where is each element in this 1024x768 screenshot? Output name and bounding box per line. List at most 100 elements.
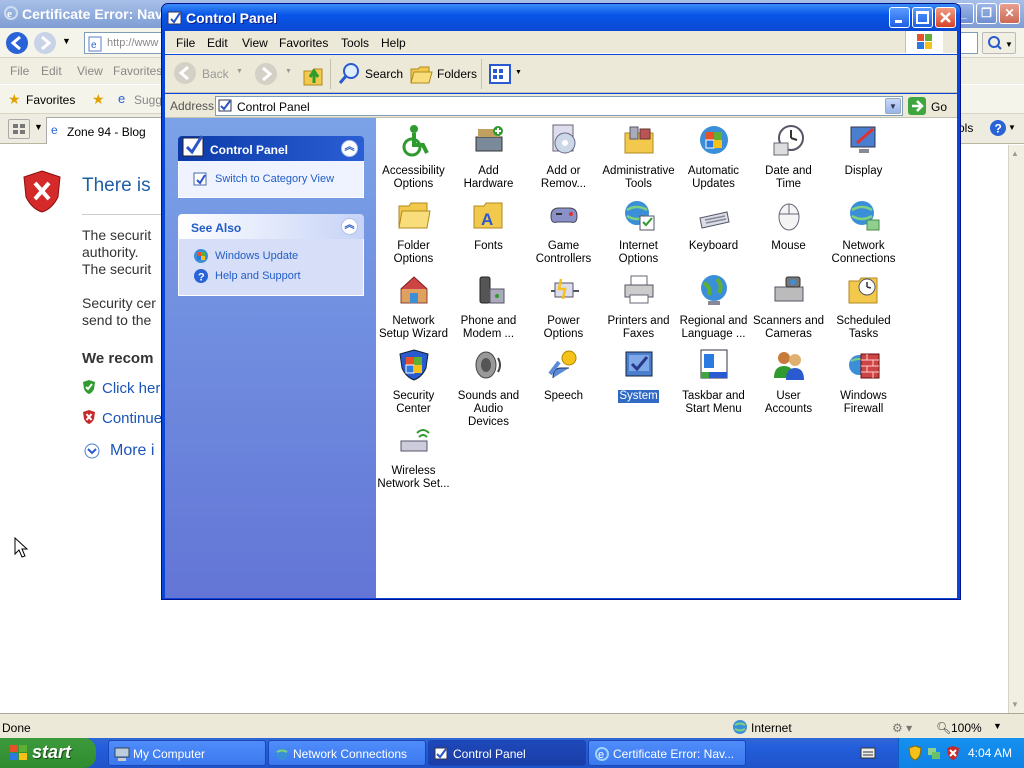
more-information-link[interactable]: More i — [110, 442, 154, 460]
ie-close-button[interactable]: ✕ — [999, 3, 1020, 24]
taskbar-my-computer[interactable]: My Computer — [108, 740, 266, 766]
cp-item-accessibility[interactable]: Accessibility Options — [376, 123, 451, 191]
ie-search-box[interactable] — [960, 32, 978, 54]
regional-language-icon — [700, 275, 727, 305]
taskbar-network-connections[interactable]: Network Connections — [268, 740, 426, 766]
continue-link[interactable]: Continue — [102, 410, 162, 427]
ie-back-icon[interactable] — [5, 31, 29, 55]
up-folder-icon[interactable] — [302, 61, 326, 87]
forward-arrow-icon[interactable] — [254, 62, 280, 88]
cp-close-button[interactable] — [935, 7, 956, 28]
cp-menu-file[interactable]: File — [176, 36, 195, 50]
security-alert-icon[interactable] — [945, 745, 961, 761]
cp-item-speech[interactable]: Speech — [526, 348, 601, 403]
quick-tabs-button[interactable] — [8, 119, 30, 139]
cp-item-display[interactable]: Display — [826, 123, 901, 178]
ie-recent-pages-icon[interactable]: ▼ — [62, 36, 71, 46]
ie-restore-button[interactable]: ❐ — [976, 3, 997, 24]
cp-item-label: Add Hardware — [463, 165, 514, 190]
cp-item-system[interactable]: System — [601, 348, 676, 404]
go-button[interactable]: Go — [907, 96, 953, 116]
windows-update-link[interactable]: Windows Update — [193, 248, 298, 264]
cp-item-fonts[interactable]: A Fonts — [451, 198, 526, 253]
cp-item-game-controllers[interactable]: Game Controllers — [526, 198, 601, 266]
zoom-icon[interactable]: 🔍︎ — [936, 721, 951, 735]
help-icon[interactable]: ? — [988, 118, 1008, 138]
cp-item-network-setup[interactable]: Network Setup Wizard — [376, 273, 451, 341]
date-time-icon — [773, 125, 804, 156]
add-favorite-icon[interactable]: ★ — [92, 91, 105, 108]
cp-item-folder-options[interactable]: Folder Options — [376, 198, 451, 266]
cp-item-scanners-cameras[interactable]: Scanners and Cameras — [751, 273, 826, 341]
cp-item-security-center[interactable]: Security Center — [376, 348, 451, 416]
cp-maximize-button[interactable] — [912, 7, 933, 28]
control-panel-task-header[interactable]: Control Panel ︽ — [178, 135, 364, 161]
cp-item-mouse[interactable]: Mouse — [751, 198, 826, 253]
cp-menu-help[interactable]: Help — [381, 36, 406, 50]
help-dropdown-icon[interactable]: ▼ — [1008, 123, 1016, 132]
address-field[interactable]: Control Panel ▼ — [215, 96, 903, 116]
ie-address-field[interactable]: e http://www — [84, 32, 164, 54]
cp-item-regional-language[interactable]: Regional and Language ... — [676, 273, 751, 341]
cp-item-automatic-updates[interactable]: Automatic Updates — [676, 123, 751, 191]
tab-zone94[interactable]: e Zone 94 - Blog — [46, 117, 162, 144]
expand-circle-icon[interactable] — [84, 443, 100, 459]
cp-item-network-connections[interactable]: Network Connections — [826, 198, 901, 266]
back-button[interactable]: Back — [173, 61, 233, 87]
ie-forward-icon[interactable] — [33, 31, 57, 55]
views-button[interactable]: ▼ — [488, 61, 524, 87]
ie-menu-file[interactable]: File — [10, 64, 29, 78]
folders-button[interactable]: Folders — [409, 61, 477, 87]
cp-menu-favorites[interactable]: Favorites — [279, 36, 328, 50]
help-support-link[interactable]: ? Help and Support — [193, 268, 301, 284]
cp-menu-tools[interactable]: Tools — [341, 36, 369, 50]
cp-item-sounds-audio[interactable]: Sounds and Audio Devices — [451, 348, 526, 429]
close-webpage-link[interactable]: Click her — [102, 380, 160, 397]
cp-item-printers-faxes[interactable]: Printers and Faxes — [601, 273, 676, 341]
cp-item-windows-firewall[interactable]: Windows Firewall — [826, 348, 901, 416]
see-also-header[interactable]: See Also ︽ — [178, 214, 364, 239]
cp-item-add-hardware[interactable]: Add Hardware — [451, 123, 526, 191]
cp-item-phone-modem[interactable]: Phone and Modem ... — [451, 273, 526, 341]
cp-item-taskbar-start-menu[interactable]: Taskbar and Start Menu — [676, 348, 751, 416]
help-icon: ? — [194, 269, 208, 284]
ie-vertical-scrollbar[interactable]: ▲ ▼ — [1008, 145, 1024, 713]
cp-title-bar[interactable]: Control Panel — [162, 4, 960, 31]
network-status-icon[interactable] — [926, 745, 942, 761]
cp-item-date-time[interactable]: Date and Time — [751, 123, 826, 191]
ie-menu-favorites[interactable]: Favorites — [113, 64, 162, 78]
collapse-chevron-icon[interactable]: ︽ — [341, 140, 358, 157]
taskbar-control-panel[interactable]: Control Panel — [428, 740, 586, 766]
cp-item-internet-options[interactable]: Internet Options — [601, 198, 676, 266]
zoom-level[interactable]: 100% — [951, 721, 982, 735]
cp-menu-edit[interactable]: Edit — [207, 36, 228, 50]
back-dropdown-icon[interactable]: ▼ — [236, 68, 243, 75]
switch-category-view-link[interactable]: Switch to Category View — [193, 171, 334, 187]
cp-item-power-options[interactable]: Power Options — [526, 273, 601, 341]
collapse-chevron-icon[interactable]: ︽ — [341, 218, 358, 235]
ie-menu-edit[interactable]: Edit — [41, 64, 62, 78]
ie-search-button[interactable]: ▼ — [982, 32, 1016, 54]
taskbar-certificate-error[interactable]: e Certificate Error: Nav... — [588, 740, 746, 766]
scroll-up-icon[interactable]: ▲ — [1011, 149, 1019, 158]
search-button[interactable]: Search — [337, 61, 403, 87]
cp-item-scheduled-tasks[interactable]: Scheduled Tasks — [826, 273, 901, 341]
scroll-down-icon[interactable]: ▼ — [1011, 700, 1019, 709]
cp-menu-view[interactable]: View — [242, 36, 268, 50]
start-button[interactable]: start — [0, 738, 96, 768]
cp-item-keyboard[interactable]: Keyboard — [676, 198, 751, 253]
cp-minimize-button[interactable] — [889, 7, 910, 28]
address-dropdown-button[interactable]: ▼ — [885, 98, 901, 114]
ie-menu-view[interactable]: View — [77, 64, 103, 78]
cp-item-administrative-tools[interactable]: Administrative Tools — [601, 123, 676, 191]
ie-favorites-button[interactable]: Favorites — [26, 93, 75, 107]
tab-list-icon[interactable]: ▼ — [34, 122, 43, 132]
cp-item-wireless-network[interactable]: Wireless Network Set... — [376, 423, 451, 491]
protected-mode-icon[interactable]: ⚙ ▾ — [892, 721, 912, 735]
keyboard-language-icon[interactable] — [860, 746, 876, 760]
forward-dropdown-icon[interactable]: ▼ — [285, 68, 292, 75]
cp-item-add-remove-programs[interactable]: Add or Remov... — [526, 123, 601, 191]
zoom-dropdown-icon[interactable]: ▼ — [993, 721, 1002, 731]
security-shield-icon[interactable] — [907, 745, 923, 761]
cp-item-user-accounts[interactable]: User Accounts — [751, 348, 826, 416]
